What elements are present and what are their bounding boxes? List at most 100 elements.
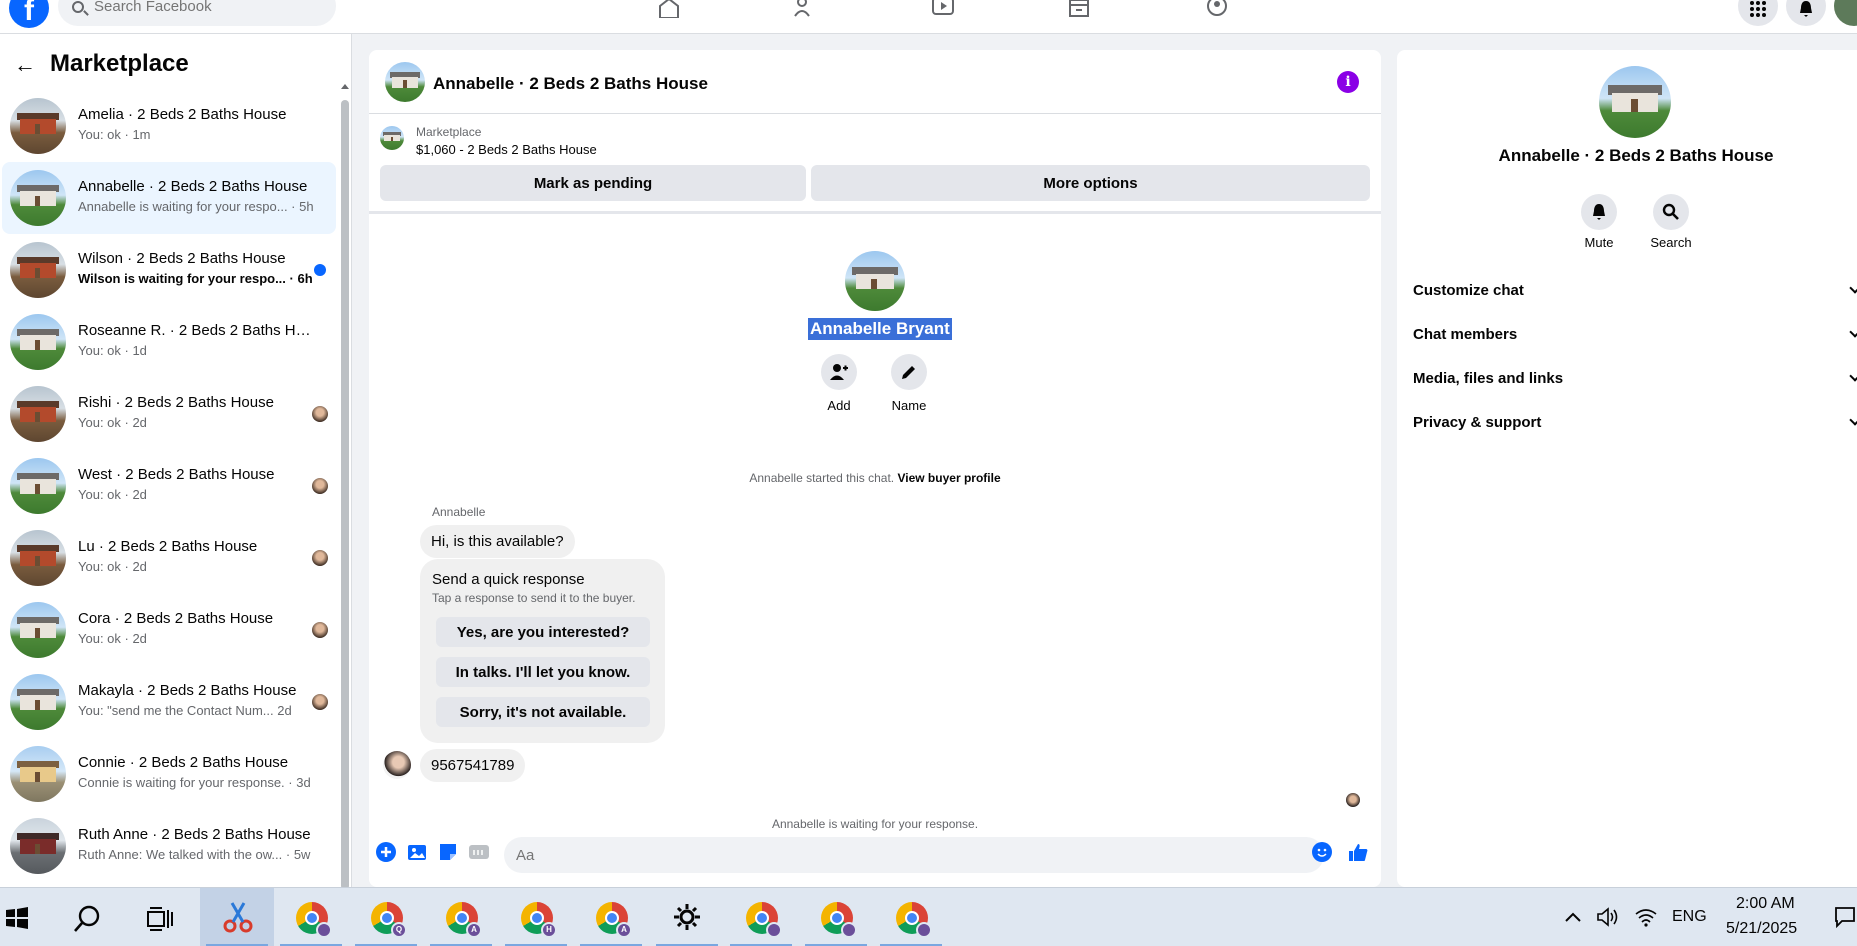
more-options-button[interactable]: More options [811,165,1370,201]
video-icon[interactable] [930,0,956,18]
facebook-logo[interactable]: f [9,0,49,28]
started-text: Annabelle started this chat. [749,471,895,485]
plus-icon[interactable] [375,841,397,863]
buyer-avatar[interactable] [845,251,905,311]
conversation-item[interactable]: Connie · 2 Beds 2 Baths House Connie is w… [2,738,336,810]
pencil-icon [902,366,915,379]
taskbar-chrome[interactable] [874,888,948,946]
clock-date[interactable]: 5/21/2025 [1726,920,1797,938]
gif-icon[interactable] [468,841,490,863]
conversation-item[interactable]: Ruth Anne · 2 Beds 2 Baths House Ruth Ann… [2,810,336,882]
mark-as-pending-button[interactable]: Mark as pending [380,165,806,201]
name-button[interactable] [891,354,927,390]
privacy-support-row[interactable]: Privacy & support [1413,402,1857,442]
back-arrow-icon[interactable]: ← [14,52,36,78]
conversation-title: Ruth Anne · 2 Beds 2 Baths House [78,826,311,843]
conversation-item[interactable]: Lu · 2 Beds 2 Baths House You: ok · 2d [2,522,336,594]
listing-avatar [10,242,66,298]
conversation-item[interactable]: Wilson · 2 Beds 2 Baths House Wilson is w… [2,234,336,306]
media-files-links-row[interactable]: Media, files and links [1413,358,1857,398]
conversation-item[interactable]: Rishi · 2 Beds 2 Baths House You: ok · 2d [2,378,336,450]
taskbar-chrome[interactable]: A [574,888,648,946]
chat-title[interactable]: Annabelle · 2 Beds 2 Baths House [433,74,708,94]
groups-icon[interactable] [1204,0,1230,18]
conversation-preview: You: ok · 2d [78,415,147,430]
menu-grid-button[interactable] [1738,0,1778,26]
home-icon[interactable] [656,0,682,19]
view-buyer-profile-link[interactable]: View buyer profile [897,471,1000,485]
task-view-icon[interactable] [146,906,174,932]
profile-badge [766,922,782,938]
phone-message-bubble[interactable]: 9567541789 [420,749,526,782]
chat-header: Annabelle · 2 Beds 2 Baths House i [369,50,1381,114]
thumbs-up-icon[interactable] [1347,841,1369,863]
photo-icon[interactable] [406,841,428,863]
listing-avatar [10,818,66,874]
quick-reply-not-available[interactable]: Sorry, it's not available. [436,697,650,727]
marketplace-icon[interactable] [1066,0,1092,18]
customize-chat-row[interactable]: Customize chat [1413,270,1857,310]
listing-price[interactable]: $1,060 - 2 Beds 2 Baths House [416,142,597,157]
search-in-chat-button[interactable] [1653,194,1689,230]
search-icon[interactable] [72,904,102,934]
taskbar-chrome[interactable]: A [424,888,498,946]
message-input[interactable] [504,837,1324,873]
chevron-up-icon[interactable] [1564,910,1582,924]
notification-center-icon[interactable] [1834,906,1856,928]
listing-avatar [10,170,66,226]
conversation-preview: You: "send me the Contact Num... 2d [78,703,292,718]
emoji-icon[interactable] [1311,841,1333,863]
scroll-up-arrow[interactable] [341,84,349,89]
conversation-title: Wilson · 2 Beds 2 Baths House [78,250,286,267]
friends-icon[interactable] [792,0,818,18]
taskbar-chrome[interactable] [274,888,348,946]
seen-avatar [312,478,328,494]
conversation-item[interactable]: Amelia · 2 Beds 2 Baths House You: ok · 1… [2,90,336,162]
conversation-item[interactable]: Cora · 2 Beds 2 Baths House You: ok · 2d [2,594,336,666]
chat-avatar[interactable] [385,62,425,102]
chrome-icon [746,902,782,938]
conversation-preview: Wilson is waiting for your respo... · 6h [78,271,313,286]
listing-avatar [10,746,66,802]
conversation-item[interactable]: Makayla · 2 Beds 2 Baths House You: "send… [2,666,336,738]
search-bar[interactable] [58,0,336,26]
message-thread: Annabelle Bryant Add Name Annabelle star… [369,214,1381,831]
wifi-icon[interactable] [1634,906,1658,928]
add-button[interactable] [821,354,857,390]
info-icon[interactable]: i [1337,71,1359,93]
search-input[interactable] [94,0,324,15]
taskbar-snipping-tool[interactable] [200,888,274,946]
chrome-icon [821,902,857,938]
profile-badge [316,922,332,938]
taskbar-settings[interactable] [650,888,724,946]
waiting-notice: Annabelle is waiting for your response. [771,817,979,831]
sender-avatar[interactable] [383,751,411,779]
language-indicator[interactable]: ENG [1672,908,1707,926]
speaker-icon[interactable] [1596,906,1620,928]
chat-members-row[interactable]: Chat members [1413,314,1857,354]
windows-start-icon[interactable] [5,906,29,930]
conversation-item[interactable]: Roseanne R. · 2 Beds 2 Baths Ho... You: o… [2,306,336,378]
sidebar-scrollbar[interactable] [341,100,349,890]
conversation-item[interactable]: West · 2 Beds 2 Baths House You: ok · 2d [2,450,336,522]
taskbar-chrome[interactable] [799,888,873,946]
taskbar-chrome[interactable]: Q [349,888,423,946]
listing-thumbnail[interactable] [380,126,404,150]
taskbar-chrome[interactable] [724,888,798,946]
profile-badge: Q [391,922,407,938]
quick-response-subtitle: Tap a response to send it to the buyer. [432,591,636,605]
listing-avatar [10,602,66,658]
quick-reply-yes[interactable]: Yes, are you interested? [436,617,650,647]
taskbar-chrome[interactable]: H [499,888,573,946]
details-avatar[interactable] [1599,66,1671,138]
listing-avatar [10,530,66,586]
clock-time[interactable]: 2:00 AM [1736,895,1795,913]
conversation-title: Makayla · 2 Beds 2 Baths House [78,682,297,699]
sticker-icon[interactable] [437,841,459,863]
profile-avatar[interactable] [1834,0,1857,26]
message-bubble[interactable]: Hi, is this available? [420,525,575,558]
quick-reply-in-talks[interactable]: In talks. I'll let you know. [436,657,650,687]
conversation-item[interactable]: Annabelle · 2 Beds 2 Baths House Annabell… [2,162,336,234]
mute-button[interactable] [1581,194,1617,230]
notifications-button[interactable] [1786,0,1826,26]
